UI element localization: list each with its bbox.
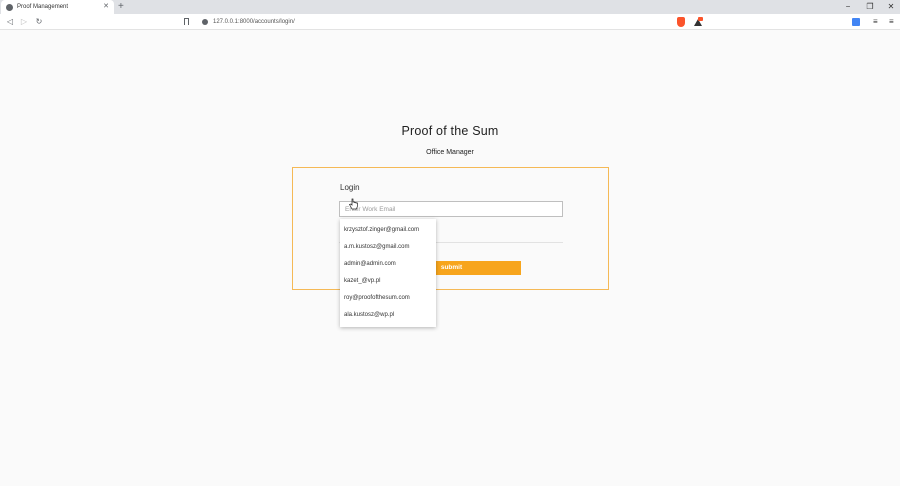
close-window-button[interactable]: ✕ (880, 0, 900, 14)
back-button[interactable]: ◁ (4, 16, 16, 28)
rewards-icon[interactable] (694, 17, 703, 27)
autofill-dropdown: krzysztof.zinger@gmail.com a.m.kustosz@g… (340, 219, 436, 327)
bookmark-icon[interactable] (184, 18, 189, 25)
page-title: Proof of the Sum (401, 124, 499, 138)
address-bar[interactable]: 127.0.0.1:8000/accounts/login/ (195, 15, 710, 29)
autofill-item[interactable]: a.m.kustosz@gmail.com (344, 244, 409, 250)
page-subtitle: Office Manager (426, 149, 474, 156)
browser-tab[interactable]: Proof Management ✕ (1, 0, 114, 14)
autofill-item[interactable]: roy@proofofthesum.com (344, 295, 410, 301)
reload-button[interactable]: ↻ (33, 16, 45, 28)
autofill-item[interactable]: admin@admin.com (344, 261, 396, 267)
globe-icon (6, 3, 13, 11)
playlist-icon[interactable]: ≡ (873, 18, 878, 26)
email-input[interactable] (339, 201, 563, 217)
close-tab-icon[interactable]: ✕ (103, 2, 109, 12)
browser-toolbar: ◁ ▷ ↻ 127.0.0.1:8000/accounts/login/ ≡ ≡ (0, 14, 900, 30)
tab-title: Proof Management (17, 4, 69, 10)
url-text[interactable]: 127.0.0.1:8000/accounts/login/ (213, 15, 295, 29)
hand-cursor-icon (348, 198, 358, 210)
info-icon[interactable] (202, 19, 208, 25)
login-heading: Login (340, 183, 360, 192)
autofill-item[interactable]: kazet_@vp.pl (344, 278, 380, 284)
autofill-item[interactable]: ala.kustosz@wp.pl (344, 312, 394, 318)
translate-icon[interactable] (852, 18, 860, 26)
menu-icon[interactable]: ≡ (889, 17, 894, 27)
brave-shield-icon[interactable] (677, 17, 685, 27)
autofill-item[interactable]: krzysztof.zinger@gmail.com (344, 227, 419, 233)
forward-button[interactable]: ▷ (18, 16, 30, 28)
new-tab-button[interactable]: + (118, 0, 124, 14)
minimize-button[interactable]: − (837, 0, 859, 14)
restore-button[interactable]: ❐ (859, 0, 881, 14)
browser-titlebar: Proof Management ✕ + − ❐ ✕ (0, 0, 900, 14)
